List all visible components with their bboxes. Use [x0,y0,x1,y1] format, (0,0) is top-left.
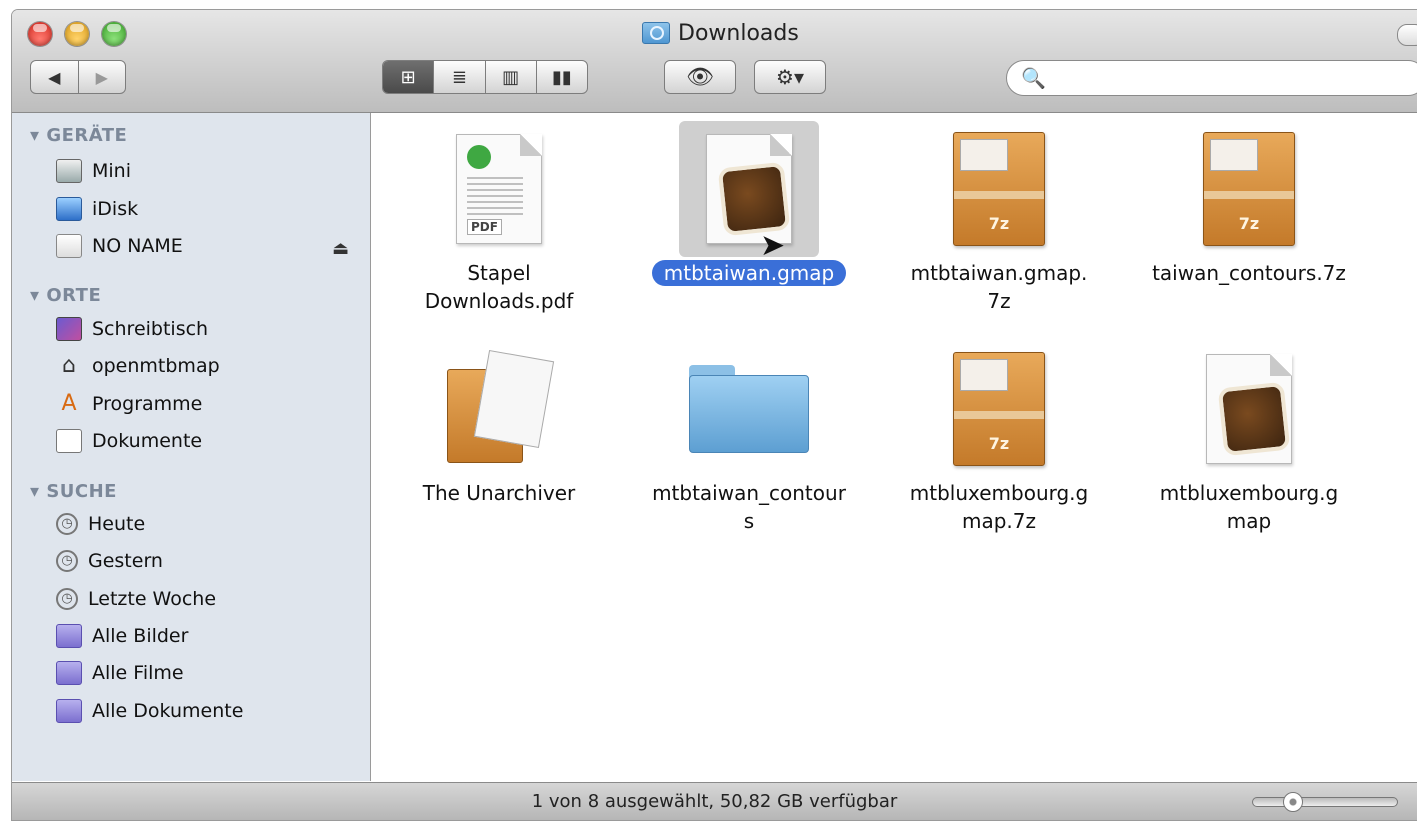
file-name: mtbtaiwan.gmap. 7z [910,261,1088,313]
file-item[interactable]: PDF Stapel Downloads.pdf [379,121,619,315]
file-name: mtbluxembourg.g map [1159,481,1339,533]
idisk-icon [56,197,82,221]
file-item[interactable]: 7z taiwan_contours.7z [1129,121,1369,287]
archive-7z-icon: 7z [929,121,1069,257]
file-item[interactable]: The Unarchiver [379,341,619,507]
search-icon: 🔍 [1021,66,1046,90]
file-item[interactable]: mtbtaiwan_contour s [629,341,869,535]
search-input[interactable] [1053,66,1398,90]
sidebar-item-label: openmtbmap [92,355,220,377]
gear-icon: ⚙▾ [776,65,804,89]
window-title-text: Downloads [678,20,799,46]
folder-icon [679,341,819,477]
cover-flow-button[interactable]: ▮▮ [535,61,587,93]
sidebar-item-alle-filme[interactable]: Alle Filme [56,657,184,689]
sidebar-item-idisk[interactable]: iDisk [56,193,138,225]
icon-view-button[interactable]: ⊞ [383,61,434,93]
sidebar-item-label: iDisk [92,198,139,220]
toolbar: Downloads ◀ ▶ ⊞ ≣ ▥ ▮▮ 👁 ⚙▾ 🔍 [12,10,1417,113]
sidebar-item-no-name[interactable]: NO NAME [56,230,183,262]
file-icon-grid: PDF Stapel Downloads.pdf mtbtaiwan.gmap … [371,113,1417,781]
drive-icon [56,234,82,258]
sidebar-item-label: Heute [88,513,146,535]
minimize-button[interactable] [65,22,89,46]
file-name: taiwan_contours.7z [1152,261,1346,285]
finder-window: Downloads ◀ ▶ ⊞ ≣ ▥ ▮▮ 👁 ⚙▾ 🔍 ▾ GERÄTE M [12,10,1417,820]
close-button[interactable] [28,22,52,46]
sidebar-section-devices[interactable]: ▾ GERÄTE [30,125,127,146]
sidebar-item-label: Alle Bilder [92,625,189,647]
column-view-button[interactable]: ▥ [484,61,536,93]
sidebar-item-mini[interactable]: Mini [56,155,131,187]
smart-folder-icon [56,661,82,685]
sidebar-item-label: Letzte Woche [88,588,217,610]
sidebar-item-label: Gestern [88,550,163,572]
archive-7z-icon: 7z [929,341,1069,477]
file-name: mtbtaiwan.gmap [629,259,869,287]
toolbar-toggle-button[interactable] [1397,24,1417,46]
slider-knob[interactable] [1283,792,1303,812]
gmap-file-icon [679,121,819,257]
downloads-folder-icon [642,22,670,44]
sidebar-item-label: NO NAME [92,235,183,257]
back-forward-control: ◀ ▶ [30,60,126,94]
quick-look-button[interactable]: 👁 [664,60,736,94]
file-name: mtbtaiwan_contour s [652,481,846,533]
sidebar-item-letzte-woche[interactable]: ◷ Letzte Woche [56,583,216,615]
sidebar-item-alle-dokumente[interactable]: Alle Dokumente [56,695,243,727]
file-item[interactable]: mtbluxembourg.g map [1129,341,1369,535]
window-title: Downloads [642,18,799,48]
sidebar-item-label: Schreibtisch [92,318,209,340]
clock-icon: ◷ [56,550,78,572]
eject-icon[interactable]: ⏏ [332,238,349,259]
sidebar-item-openmtbmap[interactable]: ⌂ openmtbmap [56,350,220,382]
status-bar: 1 von 8 ausgewählt, 50,82 GB verfügbar [12,782,1417,820]
status-text: 1 von 8 ausgewählt, 50,82 GB verfügbar [531,791,898,812]
file-item-selected[interactable]: mtbtaiwan.gmap [629,121,869,287]
sidebar-item-gestern[interactable]: ◷ Gestern [56,545,163,577]
documents-icon [56,429,82,453]
sidebar-item-label: Alle Filme [92,662,184,684]
sidebar-item-schreibtisch[interactable]: Schreibtisch [56,313,208,345]
sidebar-item-alle-bilder[interactable]: Alle Bilder [56,620,188,652]
sidebar-item-label: Programme [92,393,203,415]
sidebar-item-label: Mini [92,160,131,182]
sidebar-section-search[interactable]: ▾ SUCHE [30,481,117,502]
computer-icon [56,159,82,183]
back-button[interactable]: ◀ [31,61,78,93]
file-item[interactable]: 7z mtbtaiwan.gmap. 7z [879,121,1119,315]
action-menu-button[interactable]: ⚙▾ [754,60,826,94]
archive-7z-icon: 7z [1179,121,1319,257]
clock-icon: ◷ [56,588,78,610]
sidebar-section-places[interactable]: ▾ ORTE [30,285,101,306]
icon-size-slider[interactable] [1252,792,1398,812]
desktop-icon [56,317,82,341]
view-mode-control: ⊞ ≣ ▥ ▮▮ [382,60,588,94]
file-name: mtbluxembourg.g map.7z [909,481,1089,533]
search-field[interactable]: 🔍 [1006,60,1417,96]
smart-folder-icon [56,699,82,723]
file-name: The Unarchiver [422,481,576,505]
applications-icon: A [61,391,77,416]
pdf-file-icon: PDF [429,121,569,257]
home-icon: ⌂ [62,353,76,378]
sidebar-item-programme[interactable]: A Programme [56,388,202,420]
clock-icon: ◷ [56,513,78,535]
sidebar-item-label: Alle Dokumente [92,700,244,722]
forward-button[interactable]: ▶ [77,61,126,93]
smart-folder-icon [56,624,82,648]
sidebar-item-heute[interactable]: ◷ Heute [56,508,145,540]
sidebar: ▾ GERÄTE Mini iDisk NO NAME ⏏ ▾ ORTE Sch… [12,113,371,781]
gmap-file-icon [1179,341,1319,477]
mouse-pointer-icon: ➤ [760,228,786,263]
sidebar-item-label: Dokumente [92,430,203,452]
list-view-button[interactable]: ≣ [433,61,484,93]
eye-icon: 👁 [686,64,714,90]
file-item[interactable]: 7z mtbluxembourg.g map.7z [879,341,1119,535]
unarchiver-app-icon [429,341,569,477]
zoom-button[interactable] [102,22,126,46]
sidebar-item-dokumente[interactable]: Dokumente [56,425,202,457]
file-name: Stapel Downloads.pdf [424,261,574,313]
